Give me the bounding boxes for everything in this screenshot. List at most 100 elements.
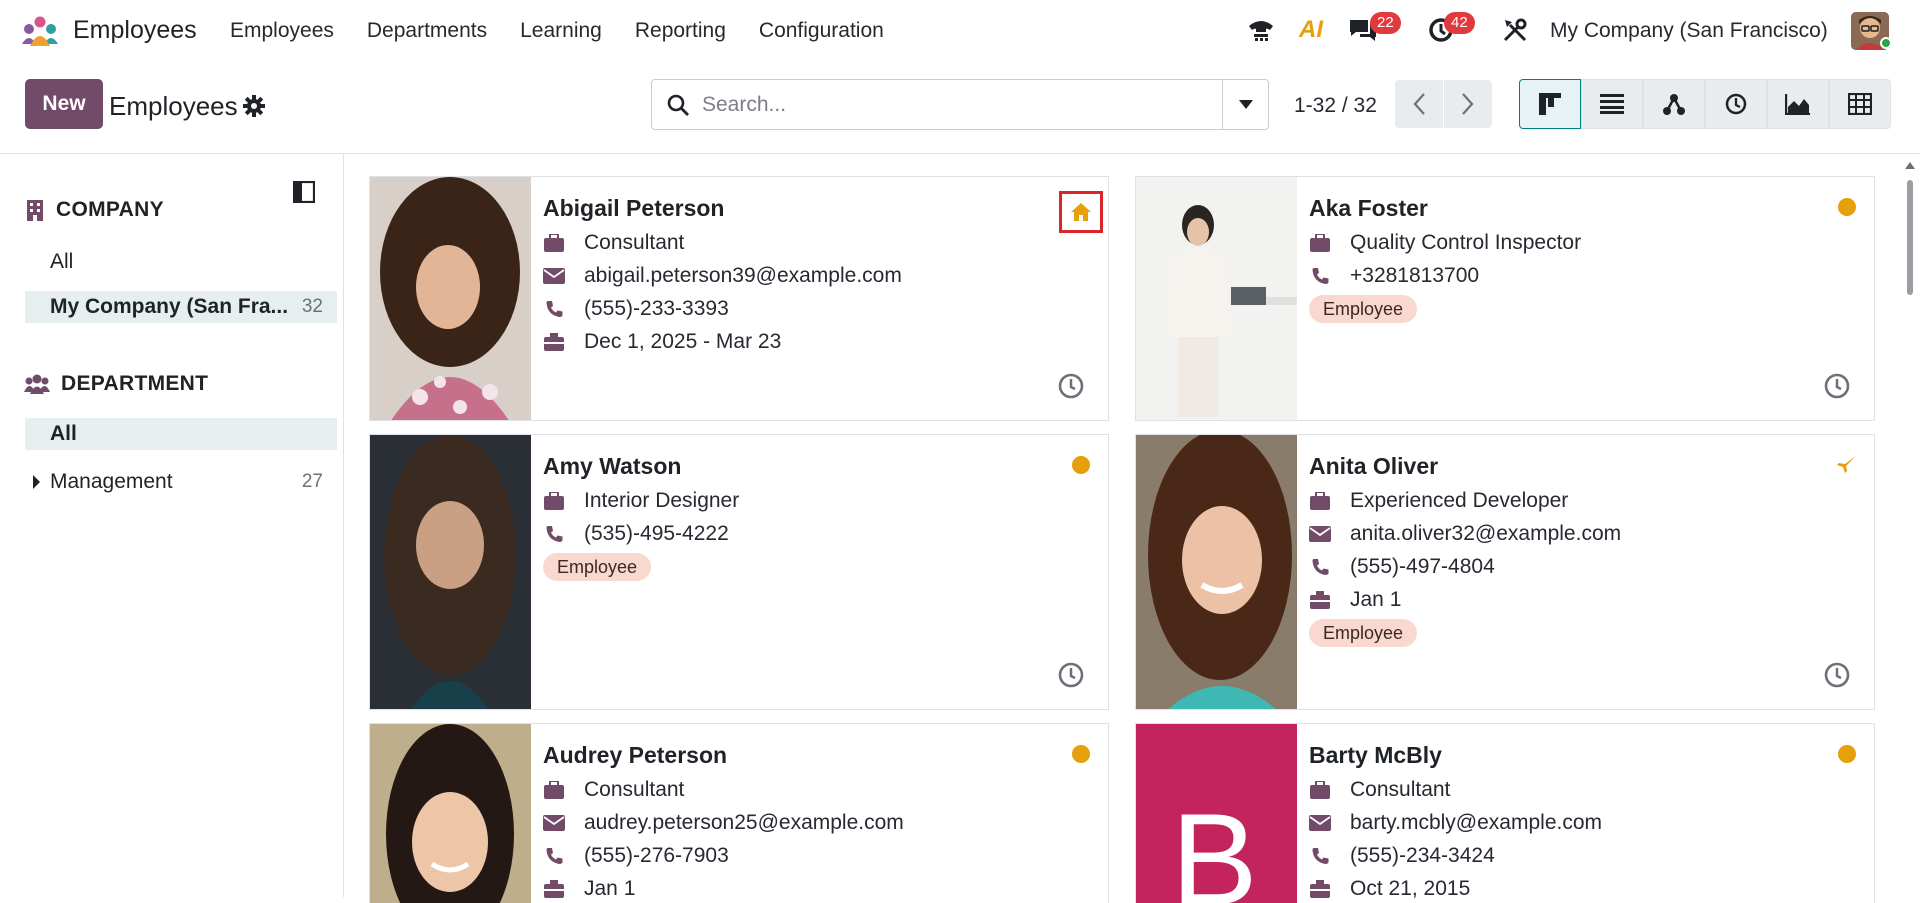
chat-count-badge: 22 [1370, 12, 1401, 34]
phone-icon [543, 845, 565, 867]
suitcase-icon [1309, 589, 1331, 611]
employee-name: Audrey Peterson [543, 742, 728, 768]
employee-initial-avatar: B [1136, 724, 1297, 903]
employee-email[interactable]: abigail.peterson39@example.com [584, 264, 902, 288]
tools-icon[interactable] [1499, 14, 1531, 46]
employee-card[interactable]: Abigail Peterson Consultant abigail.pete… [369, 176, 1109, 421]
employee-phone[interactable]: (555)-276-7903 [584, 844, 729, 868]
department-filter-all[interactable]: All [25, 418, 337, 450]
employee-email[interactable]: audrey.peterson25@example.com [584, 811, 904, 835]
briefcase-icon [543, 232, 565, 254]
menu-reporting[interactable]: Reporting [635, 19, 726, 43]
employee-tag: Employee [1309, 295, 1418, 323]
kanban-scrollbar[interactable] [1903, 160, 1917, 897]
graph-view-button[interactable] [1767, 79, 1829, 129]
employee-job-field: Consultant [543, 229, 684, 257]
menu-employees[interactable]: Employees [230, 19, 334, 43]
kanban-view-button[interactable] [1519, 79, 1581, 129]
caret-down-icon [1238, 100, 1253, 109]
activity-clock-icon[interactable] [1824, 662, 1850, 688]
employee-phone[interactable]: (555)-234-3424 [1350, 844, 1495, 868]
employee-photo [370, 435, 531, 709]
employee-phone-field: (555)-233-3393 [543, 295, 729, 323]
envelope-icon [1309, 812, 1331, 834]
activity-view-button[interactable] [1705, 79, 1767, 129]
briefcase-icon [1309, 779, 1331, 801]
search-input[interactable] [702, 92, 1202, 118]
home-icon[interactable] [1059, 191, 1103, 233]
employee-job-field: Experienced Developer [1309, 487, 1568, 515]
list-view-button[interactable] [1581, 79, 1643, 129]
employees-app-logo[interactable] [20, 16, 60, 46]
employee-dates-field: Oct 21, 2015 [1309, 875, 1470, 903]
employee-job: Consultant [1350, 778, 1451, 801]
phone-icon [1309, 845, 1331, 867]
presence-status-dot[interactable] [1838, 198, 1856, 216]
activity-clock-icon[interactable] [1058, 662, 1084, 688]
scrollbar-thumb[interactable] [1907, 180, 1913, 295]
new-button[interactable]: New [25, 79, 103, 129]
employee-card[interactable]: Audrey Peterson Consultant audrey.peters… [369, 723, 1109, 903]
employee-phone-field: (555)-234-3424 [1309, 842, 1495, 870]
employee-phone-field: (555)-497-4804 [1309, 553, 1495, 581]
pager-next-button[interactable] [1444, 80, 1492, 128]
suitcase-icon [543, 331, 565, 353]
employee-phone[interactable]: (555)-497-4804 [1350, 555, 1495, 579]
employee-phone-field: (535)-495-4222 [543, 520, 729, 548]
scroll-up-arrow-icon[interactable] [1905, 162, 1915, 169]
pager-value[interactable]: 1-32 / 32 [1294, 94, 1377, 118]
phone-icon [543, 523, 565, 545]
building-icon [27, 200, 43, 221]
company-filter-all-label: All [50, 250, 74, 273]
employee-email[interactable]: anita.oliver32@example.com [1350, 522, 1621, 546]
phone-icon[interactable] [1245, 14, 1277, 46]
employee-phone[interactable]: +3281813700 [1350, 264, 1479, 288]
menu-configuration[interactable]: Configuration [759, 19, 884, 43]
employee-job: Consultant [584, 231, 685, 254]
company-filter-all[interactable]: All [25, 246, 337, 278]
search-icon [667, 94, 689, 116]
activity-clock-icon[interactable] [1058, 373, 1084, 399]
employee-email-field: abigail.peterson39@example.com [543, 262, 902, 290]
panel-toggle-icon[interactable] [293, 181, 315, 203]
employee-email[interactable]: barty.mcbly@example.com [1350, 811, 1602, 835]
presence-status-dot[interactable] [1838, 745, 1856, 763]
pivot-table-icon [1848, 93, 1872, 115]
plane-icon[interactable] [1835, 453, 1859, 477]
top-navbar: Employees Employees Departments Learning… [0, 0, 1920, 64]
chevron-right-icon [1462, 93, 1474, 115]
search-bar [651, 79, 1269, 130]
presence-status-dot[interactable] [1072, 745, 1090, 763]
employee-job-field: Consultant [543, 776, 684, 804]
pager-previous-button[interactable] [1395, 80, 1443, 128]
employee-job-field: Interior Designer [543, 487, 739, 515]
hierarchy-view-button[interactable] [1643, 79, 1705, 129]
department-filter-management[interactable]: Management 27 [25, 466, 337, 498]
employee-card[interactable]: Anita Oliver Experienced Developer anita… [1135, 434, 1875, 710]
company-filter-my-company[interactable]: My Company (San Fra... 32 [25, 291, 337, 323]
employee-phone[interactable]: (535)-495-4222 [584, 522, 729, 546]
menu-learning[interactable]: Learning [520, 19, 602, 43]
caret-right-icon[interactable] [33, 475, 40, 489]
employee-card[interactable]: Amy Watson Interior Designer (535)-495-4… [369, 434, 1109, 710]
activity-clock-icon[interactable] [1824, 373, 1850, 399]
department-filter-count: 27 [301, 471, 323, 492]
employee-card[interactable]: Aka Foster Quality Control Inspector +32… [1135, 176, 1875, 421]
employee-job: Interior Designer [584, 489, 740, 512]
employee-photo [1136, 435, 1297, 709]
menu-departments[interactable]: Departments [367, 19, 487, 43]
employee-card[interactable]: B Barty McBly Consultant barty.mcbly@exa… [1135, 723, 1875, 903]
app-name[interactable]: Employees [73, 16, 197, 45]
hierarchy-view-icon [1663, 94, 1685, 115]
presence-status-dot[interactable] [1072, 456, 1090, 474]
employee-email-field: anita.oliver32@example.com [1309, 520, 1621, 548]
envelope-icon [543, 812, 565, 834]
employee-name: Aka Foster [1309, 195, 1428, 221]
gear-icon[interactable] [243, 95, 265, 117]
employee-name: Barty McBly [1309, 742, 1442, 768]
pivot-view-button[interactable] [1829, 79, 1891, 129]
ai-icon[interactable]: AI [1295, 14, 1327, 46]
employee-phone[interactable]: (555)-233-3393 [584, 297, 729, 321]
company-switcher[interactable]: My Company (San Francisco) [1550, 19, 1828, 43]
search-options-toggle[interactable] [1222, 80, 1268, 129]
